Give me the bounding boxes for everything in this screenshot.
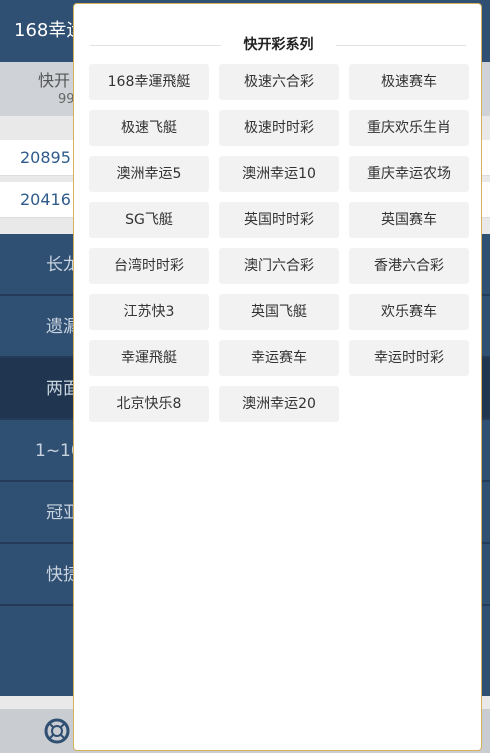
game-happy-racing[interactable]: 欢乐赛车 — [349, 294, 469, 330]
game-sg-airship[interactable]: SG飞艇 — [89, 202, 209, 238]
game-speed-shishicai[interactable]: 极速时时彩 — [219, 110, 339, 146]
game-hongkong-mark-six[interactable]: 香港六合彩 — [349, 248, 469, 284]
game-chongqing-zodiac[interactable]: 重庆欢乐生肖 — [349, 110, 469, 146]
lottery-series-panel: 快开彩系列 168幸運飛艇 极速六合彩 极速赛车 极速飞艇 极速时时彩 重庆欢乐… — [73, 3, 482, 751]
game-uk-shishicai[interactable]: 英国时时彩 — [219, 202, 339, 238]
lifebuoy-icon[interactable] — [44, 718, 70, 744]
game-speed-airship[interactable]: 极速飞艇 — [89, 110, 209, 146]
game-lucky-shishicai[interactable]: 幸运时时彩 — [349, 340, 469, 376]
game-taiwan-shishicai[interactable]: 台湾时时彩 — [89, 248, 209, 284]
game-jiangsu-k3[interactable]: 江苏快3 — [89, 294, 209, 330]
game-australia-lucky-20[interactable]: 澳洲幸运20 — [219, 386, 339, 422]
game-lucky-racing[interactable]: 幸运赛车 — [219, 340, 339, 376]
game-speed-mark-six[interactable]: 极速六合彩 — [219, 64, 339, 100]
panel-header: 快开彩系列 — [90, 34, 466, 56]
game-speed-racing[interactable]: 极速赛车 — [349, 64, 469, 100]
subheader-label: 快开 — [38, 71, 71, 90]
game-168-lucky-airship[interactable]: 168幸運飛艇 — [89, 64, 209, 100]
game-uk-airship[interactable]: 英国飞艇 — [219, 294, 339, 330]
game-uk-racing[interactable]: 英国赛车 — [349, 202, 469, 238]
game-beijing-happy-8[interactable]: 北京快乐8 — [89, 386, 209, 422]
divider — [90, 45, 221, 46]
game-lucky-airship[interactable]: 幸運飛艇 — [89, 340, 209, 376]
divider — [336, 45, 466, 46]
game-australia-lucky-5[interactable]: 澳洲幸运5 — [89, 156, 209, 192]
game-chongqing-lucky-farm[interactable]: 重庆幸运农场 — [349, 156, 469, 192]
panel-title: 快开彩系列 — [243, 37, 314, 53]
game-macau-mark-six[interactable]: 澳门六合彩 — [219, 248, 339, 284]
game-grid: 168幸運飛艇 极速六合彩 极速赛车 极速飞艇 极速时时彩 重庆欢乐生肖 澳洲幸… — [89, 64, 469, 422]
game-australia-lucky-10[interactable]: 澳洲幸运10 — [219, 156, 339, 192]
